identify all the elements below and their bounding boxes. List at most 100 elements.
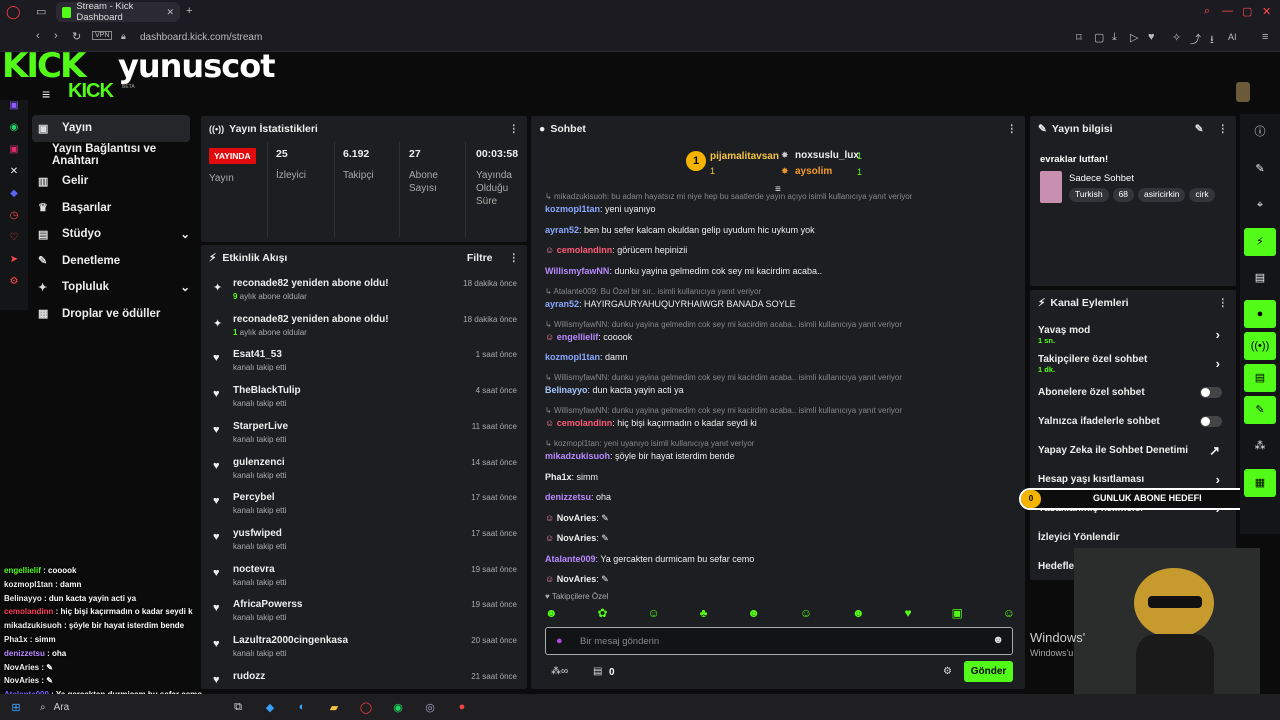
- activity-item[interactable]: ✦ reconade82 yeniden abone oldu! 9 aylık a…: [201, 275, 527, 311]
- activity-item[interactable]: ♥ TheBlackTulip kanalı takip etti 4 saat ön…: [201, 382, 527, 418]
- mic-icon[interactable]: ●: [556, 635, 563, 647]
- chat-input[interactable]: ● Bir mesaj gönderin ☻: [545, 627, 1013, 655]
- more-icon[interactable]: ⋮: [1218, 297, 1229, 309]
- chat-message[interactable]: Atalante009: Ya gercakten durmicam bu se…: [545, 554, 754, 564]
- chat-message[interactable]: Pha1x: simm: [545, 472, 598, 482]
- tag[interactable]: cirk: [1189, 188, 1215, 202]
- hamburger-menu-icon[interactable]: ≡: [42, 86, 50, 102]
- activity-item[interactable]: ♥ rudozz 21 saat önce: [201, 668, 527, 689]
- more-icon[interactable]: ⋮: [509, 123, 520, 135]
- x-icon[interactable]: ✕: [0, 166, 28, 188]
- spotify-icon[interactable]: ◉: [382, 701, 414, 714]
- emote-icon[interactable]: ♥: [905, 606, 912, 622]
- bookmark-icon[interactable]: ⌑: [1076, 31, 1082, 44]
- action-item[interactable]: Yavaş mod 1 sn. ›: [1030, 320, 1236, 349]
- clapper-icon[interactable]: ▦: [1244, 468, 1276, 497]
- opera-icon[interactable]: ◯: [350, 701, 382, 714]
- send-button[interactable]: Gönder: [964, 661, 1013, 682]
- tab-kick-dashboard[interactable]: Stream - Kick Dashboard ✕: [56, 1, 180, 23]
- chat-username[interactable]: mikadzukisuoh: [545, 451, 610, 461]
- download-icon[interactable]: ⤓: [1112, 31, 1117, 44]
- twitch-icon[interactable]: ▣: [0, 100, 28, 122]
- snapshot-icon[interactable]: ▢: [1094, 31, 1104, 44]
- chat-username[interactable]: cemolandinn: [557, 245, 613, 255]
- emote-icon[interactable]: ☺: [647, 606, 659, 622]
- chevron-right-icon[interactable]: ›: [1216, 472, 1220, 487]
- task-view-icon[interactable]: ⧉: [222, 701, 254, 714]
- kick-header-logo[interactable]: KICK: [68, 80, 114, 102]
- chat-message[interactable]: WillismyfawNN: dunku yayina gelmedim cok…: [545, 266, 822, 276]
- broadcast-icon[interactable]: ((•)): [1244, 332, 1276, 360]
- nav-studyo[interactable]: ▤ Stüdyo ⌄: [28, 221, 198, 248]
- chat-message[interactable]: mikadzukisuoh: şöyle bir hayat isterdim …: [545, 451, 735, 461]
- forward-icon[interactable]: ›: [54, 30, 58, 42]
- emote-icon[interactable]: ✿: [598, 606, 608, 622]
- chat-message[interactable]: ☺ cemolandinn: hiç bişi kaçırmadın o kad…: [545, 418, 757, 428]
- people-icon[interactable]: ⁂: [1240, 428, 1280, 465]
- more-icon[interactable]: ⋮: [509, 252, 520, 264]
- back-icon[interactable]: ‹: [36, 30, 40, 42]
- chat-message[interactable]: ☺ engellielif: cooook: [545, 332, 632, 342]
- chat-username[interactable]: kozmopl1tan: [545, 352, 600, 362]
- chat-icon[interactable]: ●: [1244, 300, 1276, 328]
- taskbar-search[interactable]: ⌕ Ara: [32, 697, 222, 717]
- chat-message[interactable]: ☺ cemolandinn: görücem hepinizii: [545, 245, 687, 255]
- chat-message[interactable]: kozmopl1tan: yeni uyanıyo: [545, 204, 656, 214]
- more-icon[interactable]: ⋮: [1007, 123, 1018, 135]
- downloads-icon[interactable]: ⭳: [1210, 31, 1214, 50]
- chat-username[interactable]: Atalante009: [545, 554, 596, 564]
- instagram-icon[interactable]: ▣: [0, 144, 28, 166]
- new-tab-icon[interactable]: +: [186, 5, 192, 17]
- tag[interactable]: 68: [1112, 188, 1135, 202]
- heart-icon[interactable]: ♥: [1148, 31, 1155, 43]
- nav-denetleme[interactable]: ✎ Denetleme: [28, 248, 198, 275]
- chat-message[interactable]: kozmopl1tan: damn: [545, 352, 628, 362]
- nav-yayin-baglantisi[interactable]: Yayın Bağlantısı ve Anahtarı: [28, 142, 198, 169]
- emoji-icon[interactable]: ☻: [992, 634, 1004, 646]
- emote-icon[interactable]: ☻: [852, 606, 865, 622]
- chest-icon[interactable]: ▤: [593, 666, 602, 677]
- menu-icon[interactable]: ≡: [1262, 31, 1268, 43]
- url-field[interactable]: dashboard.kick.com/stream: [140, 32, 262, 43]
- emote-icon[interactable]: ☺: [800, 606, 812, 622]
- share-icon[interactable]: ⤴: [1190, 31, 1201, 47]
- action-item[interactable]: Yapay Zeka ile Sohbet Denetimi ↗: [1030, 436, 1236, 465]
- chat-username[interactable]: NovAries: [557, 533, 597, 543]
- nav-droplar[interactable]: ▦ Droplar ve ödüller: [28, 301, 198, 328]
- emote-icon[interactable]: ☺: [1003, 606, 1015, 622]
- toggle-switch[interactable]: [1200, 387, 1222, 398]
- emote-icon[interactable]: ▣: [952, 606, 963, 622]
- chat-username[interactable]: NovAries: [557, 513, 597, 523]
- action-item[interactable]: Yalnızca ifadelerle sohbet: [1030, 407, 1236, 436]
- chat-username[interactable]: WillismyfawNN: [545, 266, 609, 276]
- emote-icon[interactable]: ☻: [545, 606, 558, 622]
- layout-icon[interactable]: ▤: [1244, 364, 1276, 392]
- send-sidebar-icon[interactable]: ➤: [0, 254, 28, 276]
- player-icon[interactable]: ▷: [1130, 31, 1138, 44]
- emote-icon[interactable]: ☻: [747, 606, 760, 622]
- nav-gelir[interactable]: ▥ Gelir: [28, 168, 198, 195]
- chat-message[interactable]: ayran52: ben bu sefer kalcam okuldan gel…: [545, 225, 815, 235]
- activity-item[interactable]: ✦ reconade82 yeniden abone oldu! 1 aylık a…: [201, 311, 527, 347]
- minimize-icon[interactable]: —: [1222, 5, 1233, 17]
- activity-item[interactable]: ♥ yusfwiped kanalı takip etti 17 saat önce: [201, 525, 527, 561]
- activity-item[interactable]: ♥ gulenzenci kanalı takip etti 14 saat önce: [201, 454, 527, 490]
- history-icon[interactable]: ◷: [0, 210, 28, 232]
- file-explorer-icon[interactable]: ▰: [318, 701, 350, 714]
- activity-item[interactable]: ♥ StarperLive kanalı takip etti 11 saat önc…: [201, 418, 527, 454]
- activity-item[interactable]: ♥ noctevra kanalı takip etti 19 saat önce: [201, 561, 527, 597]
- avatar[interactable]: [1236, 82, 1250, 102]
- activity-item[interactable]: ♥ Lazultra2000cingenkasa kanalı takip etti…: [201, 632, 527, 668]
- windows-start-icon[interactable]: ⊞: [0, 701, 32, 714]
- chat-username[interactable]: NovAries: [557, 574, 597, 584]
- extensions-icon[interactable]: ✧: [1172, 31, 1181, 44]
- chat-username[interactable]: denizzetsu: [545, 492, 591, 502]
- chevron-right-icon[interactable]: ›: [1216, 356, 1220, 371]
- tabs-icon[interactable]: ▭: [36, 5, 46, 18]
- activity-item[interactable]: ♥ Percybel kanalı takip etti 17 saat önce: [201, 489, 527, 525]
- nav-topluluk[interactable]: ✦ Topluluk ⌄: [28, 274, 198, 301]
- whatsapp-icon[interactable]: ◉: [0, 122, 28, 144]
- chat-username[interactable]: Belinayyo: [545, 385, 588, 395]
- chevron-right-icon[interactable]: ↗: [1209, 443, 1220, 459]
- wrench-icon[interactable]: ✎: [1244, 396, 1276, 424]
